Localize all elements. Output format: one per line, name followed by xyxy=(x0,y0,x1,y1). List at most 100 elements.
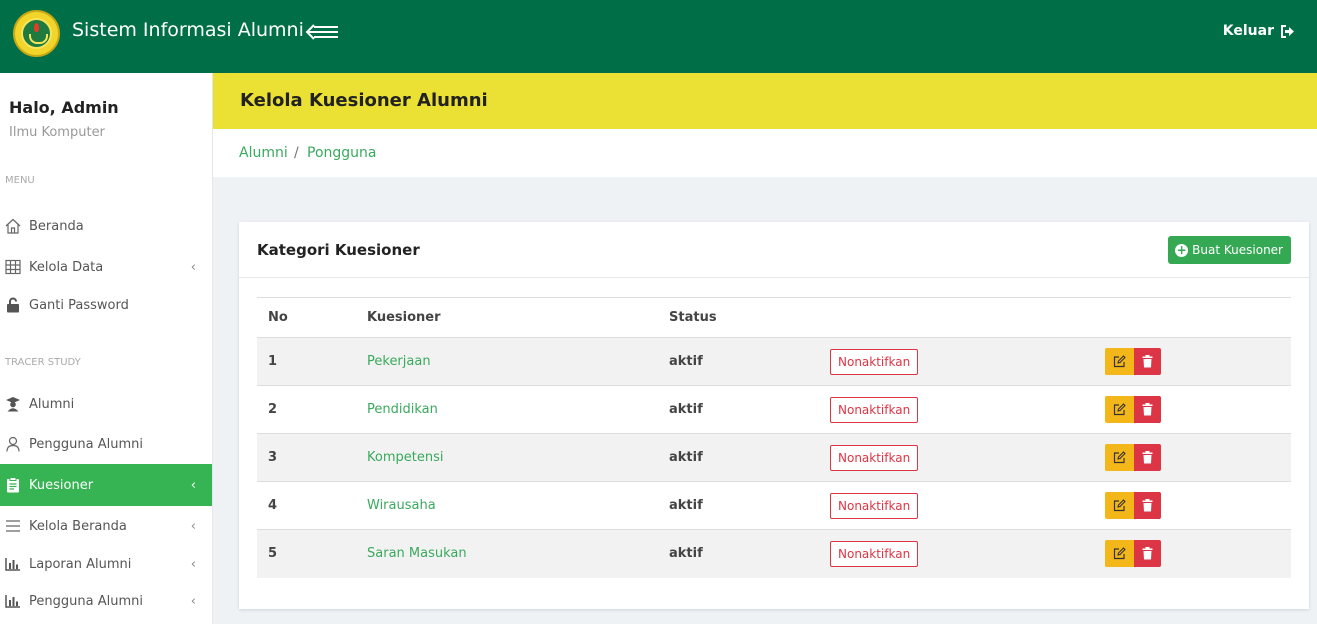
edit-button[interactable] xyxy=(1105,540,1134,568)
page-title: Kelola Kuesioner Alumni xyxy=(240,90,488,111)
questionnaire-link[interactable]: Saran Masukan xyxy=(356,530,658,578)
questionnaire-link[interactable]: Pekerjaan xyxy=(356,338,658,386)
create-questionnaire-button[interactable]: + Buat Kuesioner xyxy=(1168,236,1291,264)
row-number: 5 xyxy=(268,546,278,562)
row-number: 1 xyxy=(268,354,278,369)
logout-button[interactable]: Keluar xyxy=(1223,23,1295,39)
deactivate-button[interactable]: Nonaktifkan xyxy=(830,348,919,375)
sidebar-item-kelola-beranda[interactable]: Kelola Beranda ‹ xyxy=(0,507,212,545)
top-navbar: Sistem Informasi Alumni Keluar xyxy=(0,0,1317,73)
sidebar-item-alumni[interactable]: Alumni xyxy=(0,385,212,423)
sidebar-item-beranda[interactable]: Beranda xyxy=(0,207,212,245)
edit-icon xyxy=(1113,451,1126,464)
sidebar-item-laporan-alumni[interactable]: Laporan Alumni ‹ xyxy=(0,545,212,583)
deactivate-button[interactable]: Nonaktifkan xyxy=(830,396,919,423)
edit-button[interactable] xyxy=(1105,396,1134,423)
create-questionnaire-label: Buat Kuesioner xyxy=(1192,243,1283,257)
user-department: Ilmu Komputer xyxy=(9,125,105,140)
edit-icon xyxy=(1113,403,1126,416)
trash-icon xyxy=(1142,547,1153,560)
sign-out-icon xyxy=(1281,24,1294,38)
chevron-left-icon: ‹ xyxy=(190,594,196,609)
table-row: 2 Pendidikan aktif Nonaktifkan xyxy=(257,385,1291,434)
row-number: 3 xyxy=(268,450,278,465)
sidebar-item-label: Kelola Data xyxy=(29,259,104,275)
breadcrumb-pengguna[interactable]: Pongguna xyxy=(307,145,376,161)
unlock-icon xyxy=(4,296,22,314)
table-row: 1 Pekerjaan aktif Nonaktifkan xyxy=(257,337,1291,386)
list-icon xyxy=(4,517,22,535)
sidebar-item-kelola-data[interactable]: Kelola Data ‹ xyxy=(0,248,212,286)
menu-heading: MENU xyxy=(5,175,35,186)
edit-button[interactable] xyxy=(1105,444,1134,471)
status-text: aktif xyxy=(669,450,703,465)
edit-button[interactable] xyxy=(1105,348,1134,375)
sidebar-item-label: Pengguna Alumni xyxy=(29,436,143,452)
chevron-left-icon: ‹ xyxy=(190,519,196,534)
table-row: 3 Kompetensi aktif Nonaktifkan xyxy=(257,433,1291,482)
bar-chart-icon xyxy=(4,592,22,610)
sidebar-toggle-icon[interactable] xyxy=(305,22,339,42)
deactivate-button[interactable]: Nonaktifkan xyxy=(830,492,919,519)
breadcrumb-alumni[interactable]: Alumni xyxy=(239,145,288,161)
logout-label: Keluar xyxy=(1222,23,1274,39)
row-number: 2 xyxy=(268,402,278,417)
questionnaire-link[interactable]: Wirausaha xyxy=(356,482,658,530)
edit-icon xyxy=(1113,547,1126,560)
sidebar: Halo, Admin Ilmu Komputer MENU Beranda K… xyxy=(0,73,213,624)
card-header: Kategori Kuesioner + Buat Kuesioner xyxy=(239,222,1309,278)
user-icon xyxy=(4,435,22,453)
sidebar-item-label: Laporan Alumni xyxy=(29,556,132,572)
home-icon xyxy=(4,217,22,235)
sidebar-item-label: Kuesioner xyxy=(29,477,94,493)
delete-button[interactable] xyxy=(1134,396,1161,423)
trash-icon xyxy=(1142,355,1153,368)
column-header-no: No xyxy=(268,310,288,325)
deactivate-button[interactable]: Nonaktifkan xyxy=(830,540,919,567)
card-title: Kategori Kuesioner xyxy=(257,241,420,259)
status-text: aktif xyxy=(669,498,703,513)
trash-icon xyxy=(1142,451,1153,464)
plus-circle-icon: + xyxy=(1175,242,1189,257)
graduate-icon xyxy=(4,395,22,413)
column-header-toggle xyxy=(819,298,1094,338)
chevron-left-icon: ‹ xyxy=(190,478,196,493)
questionnaire-card: Kategori Kuesioner + Buat Kuesioner No K… xyxy=(239,222,1309,609)
sidebar-item-label: Alumni xyxy=(29,396,75,412)
bar-chart-icon xyxy=(4,555,22,573)
table-row: 5 Saran Masukan aktif Nonaktifkan xyxy=(257,529,1291,578)
breadcrumb-separator: / xyxy=(294,145,299,161)
sidebar-item-pengguna-alumni-report[interactable]: Pengguna Alumni ‹ xyxy=(0,582,212,620)
university-logo xyxy=(13,10,60,57)
app-title: Sistem Informasi Alumni xyxy=(72,19,304,41)
sidebar-item-label: Pengguna Alumni xyxy=(29,593,143,609)
page-header: Kelola Kuesioner Alumni xyxy=(213,73,1317,129)
clipboard-icon xyxy=(4,476,22,494)
chevron-left-icon: ‹ xyxy=(190,260,196,275)
trash-icon xyxy=(1142,499,1153,512)
questionnaire-link[interactable]: Pendidikan xyxy=(356,386,658,434)
status-text: aktif xyxy=(669,402,703,417)
sidebar-item-ganti-password[interactable]: Ganti Password xyxy=(0,286,212,324)
row-number: 4 xyxy=(268,498,278,513)
column-header-status: Status xyxy=(669,310,717,325)
sidebar-item-label: Ganti Password xyxy=(29,297,129,313)
column-header-kuesioner: Kuesioner xyxy=(367,310,441,325)
column-header-actions xyxy=(1094,298,1291,338)
tracer-study-heading: TRACER STUDY xyxy=(5,357,81,368)
table-row: 4 Wirausaha aktif Nonaktifkan xyxy=(257,481,1291,530)
sidebar-item-label: Kelola Beranda xyxy=(29,518,127,534)
deactivate-button[interactable]: Nonaktifkan xyxy=(830,444,919,471)
breadcrumb: Alumni / Pongguna xyxy=(213,129,1317,177)
delete-button[interactable] xyxy=(1134,492,1161,519)
sidebar-item-pengguna-alumni[interactable]: Pengguna Alumni xyxy=(0,425,212,463)
edit-icon xyxy=(1113,355,1126,368)
questionnaire-link[interactable]: Kompetensi xyxy=(356,434,658,482)
delete-button[interactable] xyxy=(1134,444,1161,471)
delete-button[interactable] xyxy=(1134,348,1161,375)
edit-button[interactable] xyxy=(1105,492,1134,519)
delete-button[interactable] xyxy=(1134,540,1161,568)
questionnaire-table: No Kuesioner Status 1 Pekerjaan aktif No… xyxy=(257,297,1291,578)
sidebar-item-label: Beranda xyxy=(29,218,84,234)
sidebar-item-kuesioner[interactable]: Kuesioner ‹ xyxy=(0,464,212,506)
